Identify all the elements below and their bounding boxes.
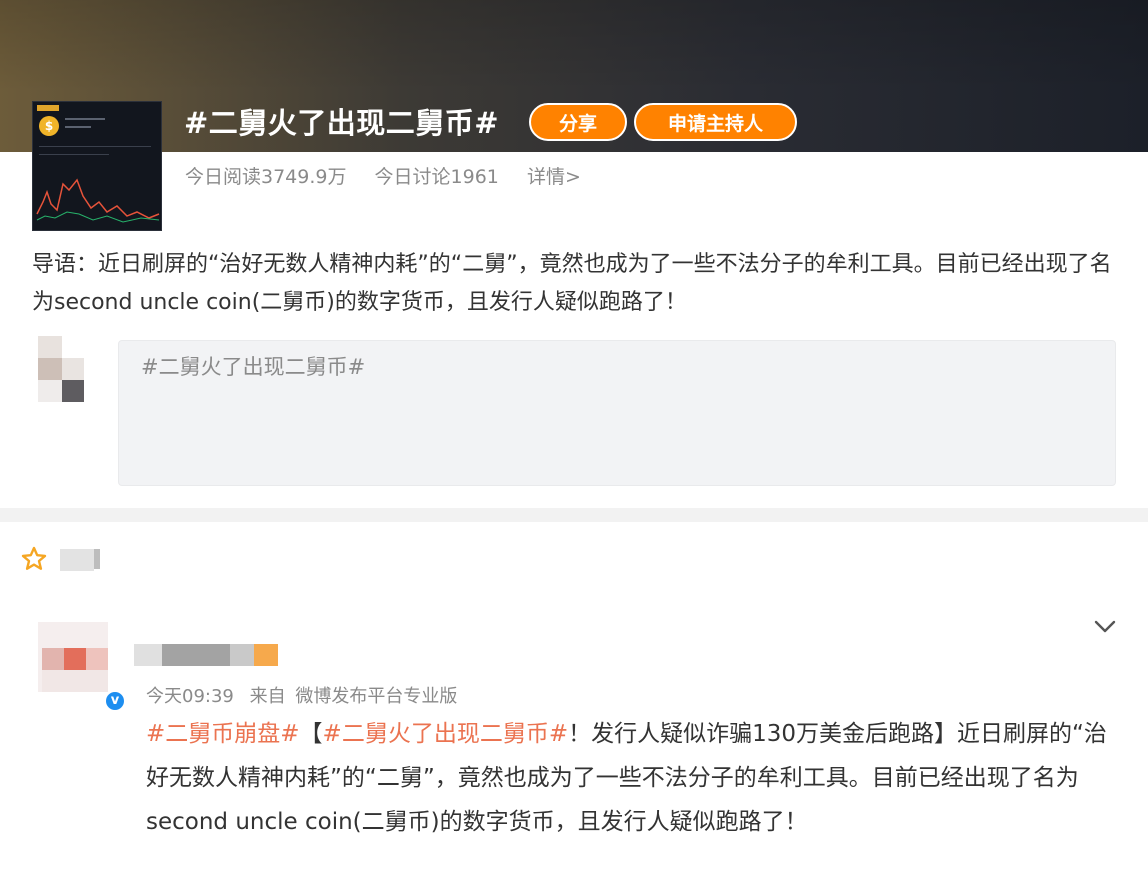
cover-text-line	[65, 126, 91, 128]
blurred-username[interactable]	[134, 644, 162, 666]
cover-text-line	[39, 154, 109, 155]
verified-badge-icon: v	[104, 690, 126, 712]
post-headline: ！发行人疑似诈骗130万美金后跑路】	[568, 721, 957, 747]
avatar	[36, 336, 86, 404]
cover-divider	[39, 146, 151, 147]
avatar[interactable]	[38, 622, 108, 692]
blurred-username[interactable]	[230, 644, 254, 666]
post-source[interactable]: 微博发布平台专业版	[295, 686, 457, 707]
cover-logo	[37, 105, 59, 111]
apply-host-button[interactable]: 申请主持人	[634, 103, 797, 141]
chevron-down-icon[interactable]	[1093, 618, 1117, 636]
blurred-label	[94, 549, 100, 569]
cover-text-line	[65, 118, 105, 120]
details-link[interactable]: 详情>	[527, 166, 581, 188]
hashtag-link[interactable]: #二舅币崩盘#	[146, 721, 300, 747]
comment-compose-box[interactable]: #二舅火了出现二舅币#	[118, 340, 1116, 486]
share-button[interactable]: 分享	[529, 103, 627, 141]
post-time[interactable]: 今天09:39	[146, 686, 234, 707]
star-outline-icon[interactable]	[20, 545, 48, 573]
blurred-label	[60, 549, 94, 571]
discussion-count: 今日讨论1961	[374, 166, 499, 188]
price-chart-thumbnail	[36, 178, 160, 223]
post-text: #二舅币崩盘#【#二舅火了出现二舅币#！发行人疑似诈骗130万美金后跑路】近日刷…	[146, 712, 1112, 844]
compose-placeholder: #二舅火了出现二舅币#	[141, 355, 366, 379]
topic-title: #二舅火了出现二舅币#	[184, 106, 500, 140]
member-badge	[254, 644, 278, 666]
post-meta: 今天09:39 来自 微博发布平台专业版	[146, 682, 467, 708]
blurred-username[interactable]	[162, 644, 230, 666]
headline-bracket: 【	[299, 721, 323, 747]
source-prefix: 来自	[249, 686, 286, 707]
hashtag-link[interactable]: #二舅火了出现二舅币#	[323, 721, 569, 747]
read-count: 今日阅读3749.9万	[185, 166, 347, 188]
topic-stats: 今日阅读3749.9万 今日讨论1961 详情>	[185, 162, 603, 189]
topic-intro: 导语：近日刷屏的“治好无数人精神内耗”的“二舅”，竟然也成为了一些不法分子的牟利…	[32, 252, 1112, 315]
topic-cover-image[interactable]: $	[32, 101, 162, 231]
coin-icon: $	[39, 116, 59, 136]
